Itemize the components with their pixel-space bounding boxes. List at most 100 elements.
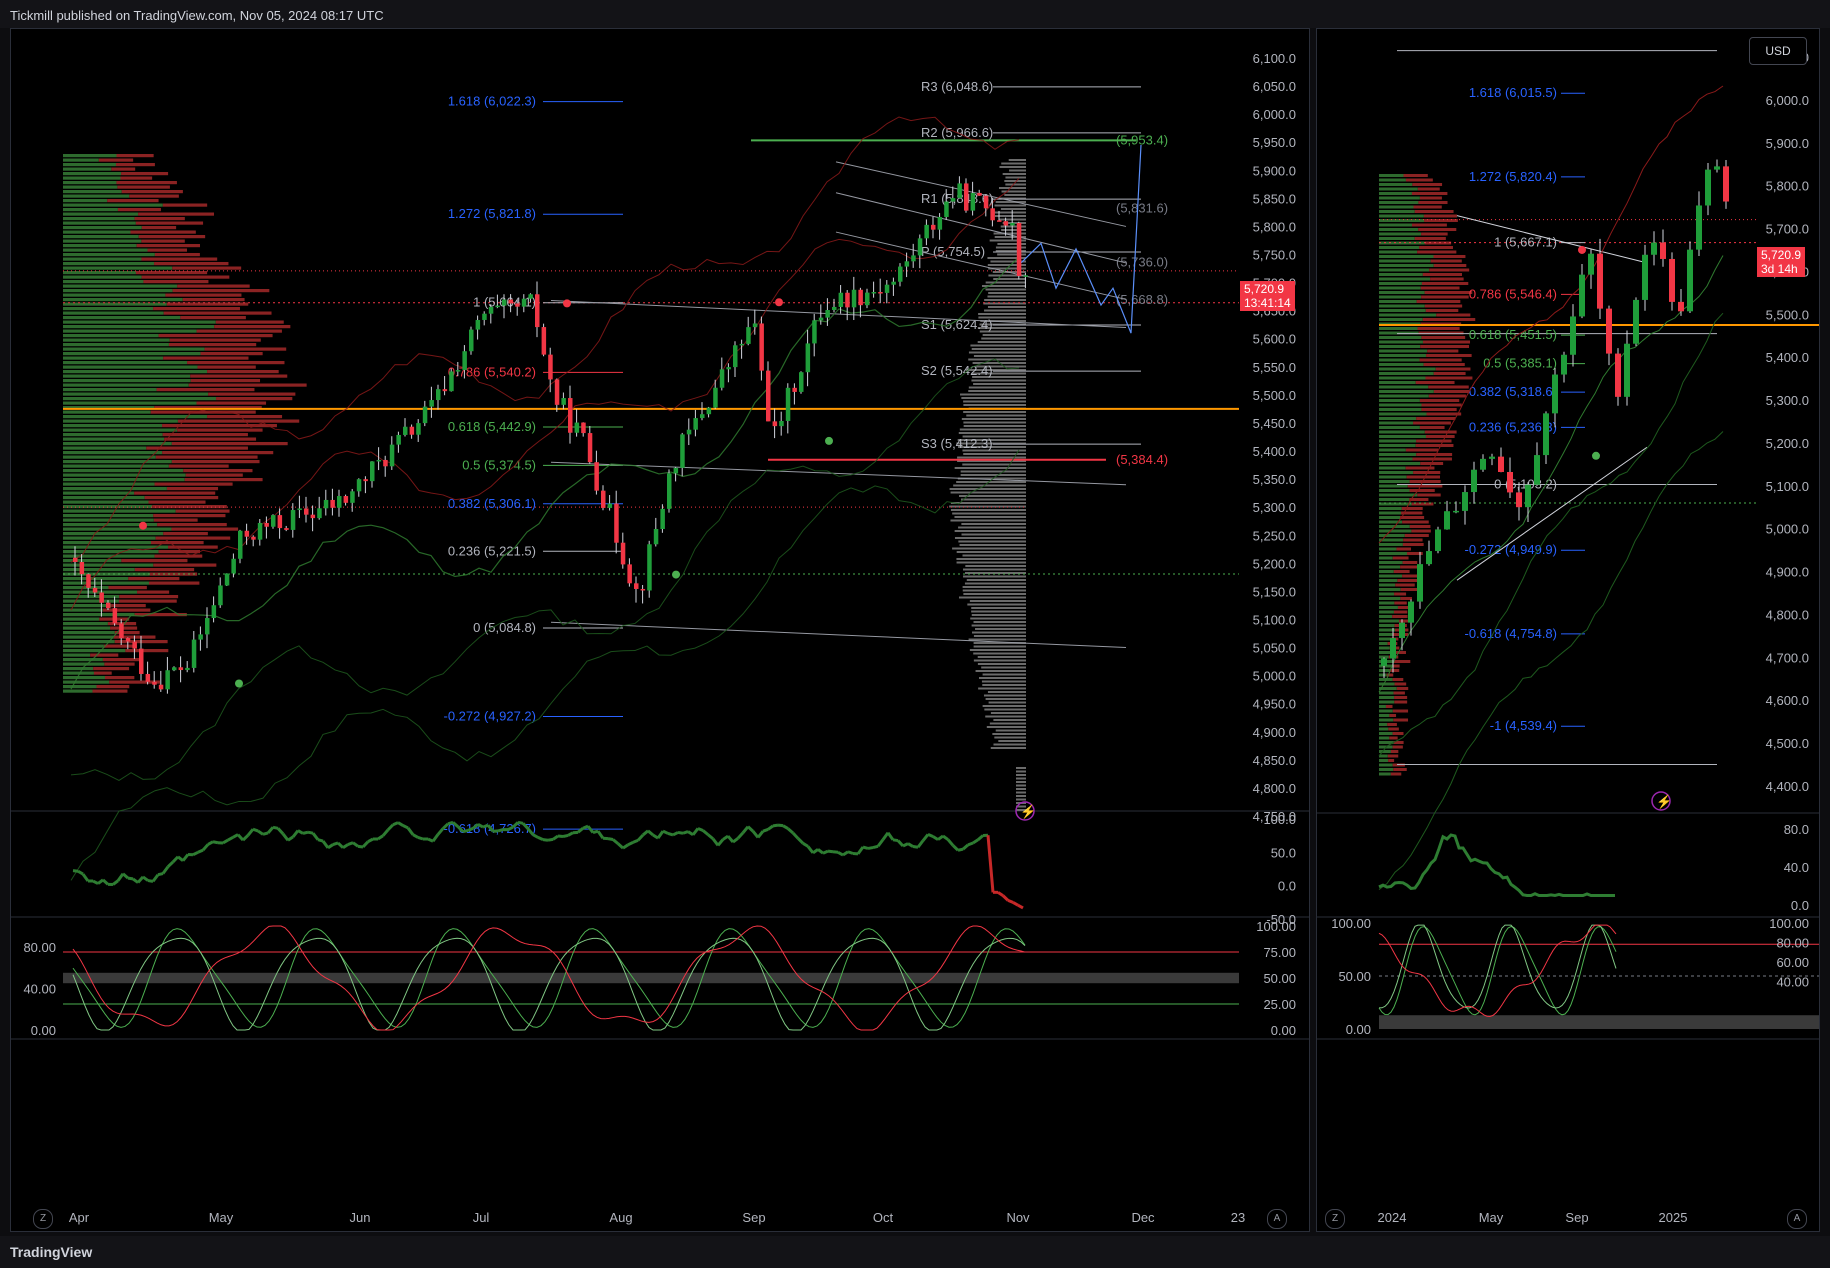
oscillator-line (732, 837, 739, 844)
oscillator-line (812, 848, 819, 855)
candle-body (607, 503, 613, 508)
volume-profile-bar (960, 470, 1026, 473)
volume-profile-bar (959, 596, 1026, 599)
volume-profile-buy-bar (1379, 637, 1391, 641)
volume-profile-sell-bar (162, 451, 274, 455)
volume-profile-sell-bar (134, 568, 195, 572)
right-auto-scale-button[interactable]: A (1787, 1209, 1807, 1229)
oscillator-line (942, 834, 949, 841)
candle-body (944, 201, 949, 217)
volume-profile-buy-bar (1379, 295, 1422, 299)
candle-body (79, 562, 85, 575)
volume-profile-buy-bar (1379, 376, 1426, 380)
volume-profile-sell-bar (1392, 709, 1409, 713)
volume-profile-buy-bar (63, 401, 197, 405)
volume-profile-buy-bar (1379, 399, 1420, 402)
volume-profile-sell-bar (177, 428, 263, 432)
right-bar-countdown: 3d 14h (1761, 262, 1798, 276)
volume-profile-sell-bar (1416, 439, 1452, 443)
volume-profile-sell-bar (1436, 313, 1471, 317)
osc2-left-axis-label: 0.00 (31, 1023, 56, 1038)
volume-profile-sell-bar (1435, 367, 1471, 371)
volume-profile-bar (993, 743, 1026, 746)
volume-profile-sell-bar (1403, 174, 1428, 177)
lightning-icon: ⚡ (1020, 804, 1036, 820)
right-zoom-reset-button[interactable]: Z (1325, 1209, 1345, 1229)
volume-profile-buy-bar (1379, 340, 1423, 344)
currency-button[interactable]: USD (1749, 37, 1807, 65)
volume-profile-buy-bar (1379, 250, 1418, 254)
volume-profile-bar (1016, 784, 1026, 787)
volume-profile-sell-bar (148, 500, 206, 504)
tradingview-logo-text: TradingView (10, 1244, 93, 1260)
volume-profile-sell-bar (168, 464, 229, 468)
osc2-left-axis-label: 40.00 (23, 981, 56, 996)
secondary-chart-canvas[interactable]: 1.618 (6,015.5) 1.272 (5,820.4) 1 (5,667.1… (1317, 29, 1820, 1232)
main-chart-canvas[interactable]: 1.618 (6,022.3)1.272 (5,821.8)1 (5,664.1… (11, 29, 1310, 1232)
volume-profile-sell-bar (1388, 727, 1399, 731)
volume-profile-bar (984, 299, 1026, 301)
candle-body (231, 558, 236, 574)
right-last-price-box: 5,720.9 3d 14h (1757, 247, 1806, 277)
volume-profile-sell-bar (141, 257, 218, 261)
volume-profile-sell-bar (1433, 372, 1466, 375)
fib-level-label: 1 (5,667.1) (1494, 235, 1557, 250)
volume-profile-sell-bar (207, 415, 283, 419)
volume-profile-buy-bar (1379, 583, 1396, 587)
volume-profile-buy-bar (1379, 718, 1394, 722)
oscillator-line (532, 833, 539, 839)
volume-profile-bar (950, 509, 1026, 511)
oscillator-line (862, 845, 869, 850)
volume-profile-sell-bar (187, 361, 285, 365)
candle-body (158, 684, 164, 690)
osc2-axis-label: 25.00 (1263, 997, 1296, 1012)
oscillator-line (617, 842, 624, 850)
volume-profile-buy-bar (63, 460, 172, 464)
volume-profile-buy-bar (63, 469, 184, 473)
volume-profile-bar (962, 463, 1026, 466)
main-chart-pane[interactable]: 1.618 (6,022.3)1.272 (5,821.8)1 (5,664.1… (10, 28, 1310, 1232)
volume-profile-bar (975, 628, 1026, 630)
candle-body (634, 583, 639, 589)
volume-profile-buy-bar (63, 307, 154, 311)
volume-profile-bar (961, 523, 1026, 525)
zoom-reset-button[interactable]: Z (33, 1209, 53, 1229)
volume-profile-bar (978, 677, 1026, 679)
oscillator-line (746, 825, 755, 833)
oscillator-line (317, 838, 324, 843)
volume-profile-sell-bar (1403, 538, 1423, 542)
volume-profile-sell-bar (177, 284, 250, 288)
volume-profile-bar (963, 568, 1026, 571)
oscillator-line (436, 827, 445, 836)
auto-scale-button[interactable]: A (1267, 1209, 1287, 1229)
volume-profile-bar (977, 341, 1026, 343)
volume-profile-buy-bar (63, 577, 129, 581)
candle-body (1489, 456, 1495, 459)
volume-profile-sell-bar (1385, 705, 1393, 708)
volume-profile-sell-bar (111, 167, 136, 171)
volume-profile-buy-bar (63, 649, 126, 653)
pivot-label: S3 (5,412.3) (921, 436, 993, 451)
volume-profile-buy-bar (63, 680, 110, 684)
volume-profile-buy-bar (1379, 642, 1388, 645)
volume-profile-buy-bar (1379, 412, 1427, 416)
volume-profile-sell-bar (1419, 196, 1442, 200)
price-axis-label: 5,850.0 (1253, 191, 1296, 206)
volume-profile-buy-bar (1379, 466, 1406, 470)
volume-profile-sell-bar (1415, 381, 1455, 384)
volume-profile-buy-bar (1379, 282, 1422, 285)
oscillator-line (281, 832, 290, 842)
volume-profile-buy-bar (1379, 354, 1427, 357)
secondary-chart-pane[interactable]: 1.618 (6,015.5) 1.272 (5,820.4) 1 (5,667.1… (1316, 28, 1820, 1232)
volume-profile-buy-bar (63, 212, 139, 216)
volume-profile-bar (994, 736, 1026, 739)
oscillator-line (151, 873, 160, 883)
volume-profile-buy-bar (63, 455, 156, 459)
candle-body (581, 422, 586, 434)
candle-body (1678, 301, 1684, 312)
candle-body (323, 499, 329, 509)
candle-body (1507, 471, 1513, 493)
volume-profile-buy-bar (1379, 264, 1434, 267)
fib-level-label: 0 (5,084.8) (473, 620, 536, 635)
volume-profile-bar (963, 400, 1026, 403)
